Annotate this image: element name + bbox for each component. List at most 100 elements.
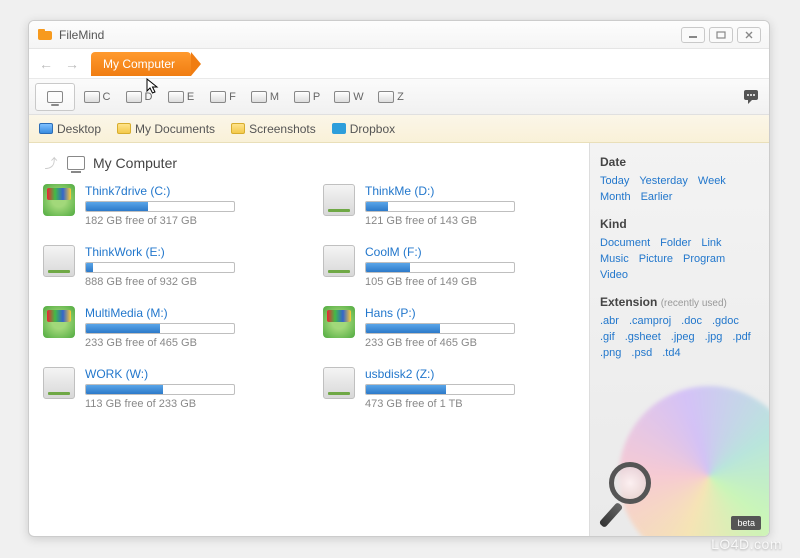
drive-grid: Think7drive (C:)182 GB free of 317 GBThi… — [43, 184, 575, 410]
filter-kind-video[interactable]: Video — [600, 269, 628, 281]
beta-badge: beta — [731, 516, 761, 530]
drive-tab-computer[interactable] — [35, 83, 75, 111]
app-window: FileMind ← → My Computer CDEFMPWZ Deskto… — [28, 20, 770, 537]
filter-date-today[interactable]: Today — [600, 175, 629, 187]
sidebar-ext-header: Extension (recently used) — [600, 295, 759, 309]
drive-tab-p[interactable]: P — [287, 83, 327, 111]
hdd-icon — [294, 91, 310, 103]
sidebar-date-header: Date — [600, 155, 759, 169]
drive-tab-m[interactable]: M — [245, 83, 285, 111]
drive-tabs-bar: CDEFMPWZ — [29, 79, 769, 115]
filter-kind-folder[interactable]: Folder — [660, 237, 691, 249]
drive-item[interactable]: usbdisk2 (Z:)473 GB free of 1 TB — [323, 367, 575, 410]
app-title: FileMind — [59, 28, 104, 42]
drive-name[interactable]: Think7drive (C:) — [85, 184, 295, 198]
filter-ext-pdf[interactable]: .pdf — [732, 331, 750, 343]
drive-name[interactable]: ThinkWork (E:) — [85, 245, 295, 259]
hdd-icon — [378, 91, 394, 103]
filter-kind-program[interactable]: Program — [683, 253, 725, 265]
drive-name[interactable]: Hans (P:) — [365, 306, 575, 320]
usage-bar — [365, 201, 515, 212]
filter-ext-jpeg[interactable]: .jpeg — [671, 331, 695, 343]
filter-date-month[interactable]: Month — [600, 191, 631, 203]
filter-date-yesterday[interactable]: Yesterday — [639, 175, 688, 187]
hdd-icon — [251, 91, 267, 103]
filter-ext-jpg[interactable]: .jpg — [705, 331, 723, 343]
drive-icon — [43, 367, 75, 399]
drive-freespace: 121 GB free of 143 GB — [365, 215, 575, 227]
drive-item[interactable]: WORK (W:) 113 GB free of 233 GB — [43, 367, 295, 410]
sidebar-kind-header: Kind — [600, 217, 759, 231]
watermark: LO4D.com — [711, 536, 782, 552]
maximize-button[interactable] — [709, 27, 733, 43]
usage-bar — [85, 384, 235, 395]
hdd-icon — [210, 91, 226, 103]
back-button[interactable]: ← — [33, 53, 59, 75]
drive-icon — [43, 245, 75, 277]
drive-icon — [323, 367, 355, 399]
filter-ext-doc[interactable]: .doc — [681, 315, 702, 327]
titlebar: FileMind — [29, 21, 769, 49]
up-button[interactable]: ⤴ — [43, 153, 59, 172]
filter-kind-link[interactable]: Link — [701, 237, 721, 249]
drive-name[interactable]: usbdisk2 (Z:) — [365, 367, 575, 381]
location-tab[interactable]: My Computer — [91, 52, 191, 76]
minimize-button[interactable] — [681, 27, 705, 43]
drive-freespace: 182 GB free of 317 GB — [85, 215, 295, 227]
quickbar-screenshots[interactable]: Screenshots — [231, 122, 316, 136]
drive-icon — [323, 306, 355, 338]
drive-name[interactable]: CoolM (F:) — [365, 245, 575, 259]
drive-item[interactable]: CoolM (F:) 105 GB free of 149 GB — [323, 245, 575, 288]
content-area: ⤴ My Computer Think7drive (C:) 182 GB fre… — [29, 143, 769, 536]
hdd-icon — [126, 91, 142, 103]
filter-ext-psd[interactable]: .psd — [631, 347, 652, 359]
drive-tab-c[interactable]: C — [77, 83, 117, 111]
drive-item[interactable]: ThinkWork (E:)888 GB free of 932 GB — [43, 245, 295, 288]
feedback-icon[interactable] — [741, 88, 763, 106]
filter-date-earlier[interactable]: Earlier — [641, 191, 673, 203]
filter-ext-png[interactable]: .png — [600, 347, 621, 359]
drive-icon — [43, 184, 75, 216]
filter-kind-picture[interactable]: Picture — [639, 253, 673, 265]
drive-name[interactable]: MultiMedia (M:) — [85, 306, 295, 320]
usage-bar — [85, 323, 235, 334]
hdd-icon — [84, 91, 100, 103]
drive-freespace: 233 GB free of 465 GB — [365, 337, 575, 349]
drive-tab-z[interactable]: Z — [371, 83, 411, 111]
drive-name[interactable]: WORK (W:) — [85, 367, 295, 381]
drive-item[interactable]: Think7drive (C:) 182 GB free of 317 GB — [43, 184, 295, 227]
filter-ext-abr[interactable]: .abr — [600, 315, 619, 327]
quickbar-my-documents[interactable]: My Documents — [117, 122, 215, 136]
drive-freespace: 105 GB free of 149 GB — [365, 276, 575, 288]
drive-item[interactable]: Hans (P:) 233 GB free of 465 GB — [323, 306, 575, 349]
drive-name[interactable]: ThinkMe (D:) — [365, 184, 575, 198]
filter-ext-gsheet[interactable]: .gsheet — [625, 331, 661, 343]
drive-freespace: 113 GB free of 233 GB — [85, 398, 295, 410]
filter-ext-td4[interactable]: .td4 — [662, 347, 680, 359]
drive-tab-e[interactable]: E — [161, 83, 201, 111]
folder-icon — [117, 123, 131, 134]
close-button[interactable] — [737, 27, 761, 43]
forward-button[interactable]: → — [59, 53, 85, 75]
drive-item[interactable]: ThinkMe (D:) 121 GB free of 143 GB — [323, 184, 575, 227]
location-title: My Computer — [93, 155, 177, 171]
usage-bar — [365, 323, 515, 334]
filter-ext-gdoc[interactable]: .gdoc — [712, 315, 739, 327]
drive-icon — [323, 245, 355, 277]
drive-tab-d[interactable]: D — [119, 83, 159, 111]
filter-kind-document[interactable]: Document — [600, 237, 650, 249]
filter-ext-gif[interactable]: .gif — [600, 331, 615, 343]
quickbar-dropbox[interactable]: Dropbox — [332, 122, 395, 136]
breadcrumb: ⤴ My Computer — [43, 153, 575, 172]
filter-kind-music[interactable]: Music — [600, 253, 629, 265]
dropbox-icon — [332, 123, 346, 134]
monitor-icon — [47, 91, 63, 103]
folder-icon — [231, 123, 245, 134]
filter-ext-camproj[interactable]: .camproj — [629, 315, 671, 327]
hdd-icon — [168, 91, 184, 103]
quickbar-desktop[interactable]: Desktop — [39, 122, 101, 136]
drive-item[interactable]: MultiMedia (M:)233 GB free of 465 GB — [43, 306, 295, 349]
filter-date-week[interactable]: Week — [698, 175, 726, 187]
drive-tab-w[interactable]: W — [329, 83, 369, 111]
drive-tab-f[interactable]: F — [203, 83, 243, 111]
